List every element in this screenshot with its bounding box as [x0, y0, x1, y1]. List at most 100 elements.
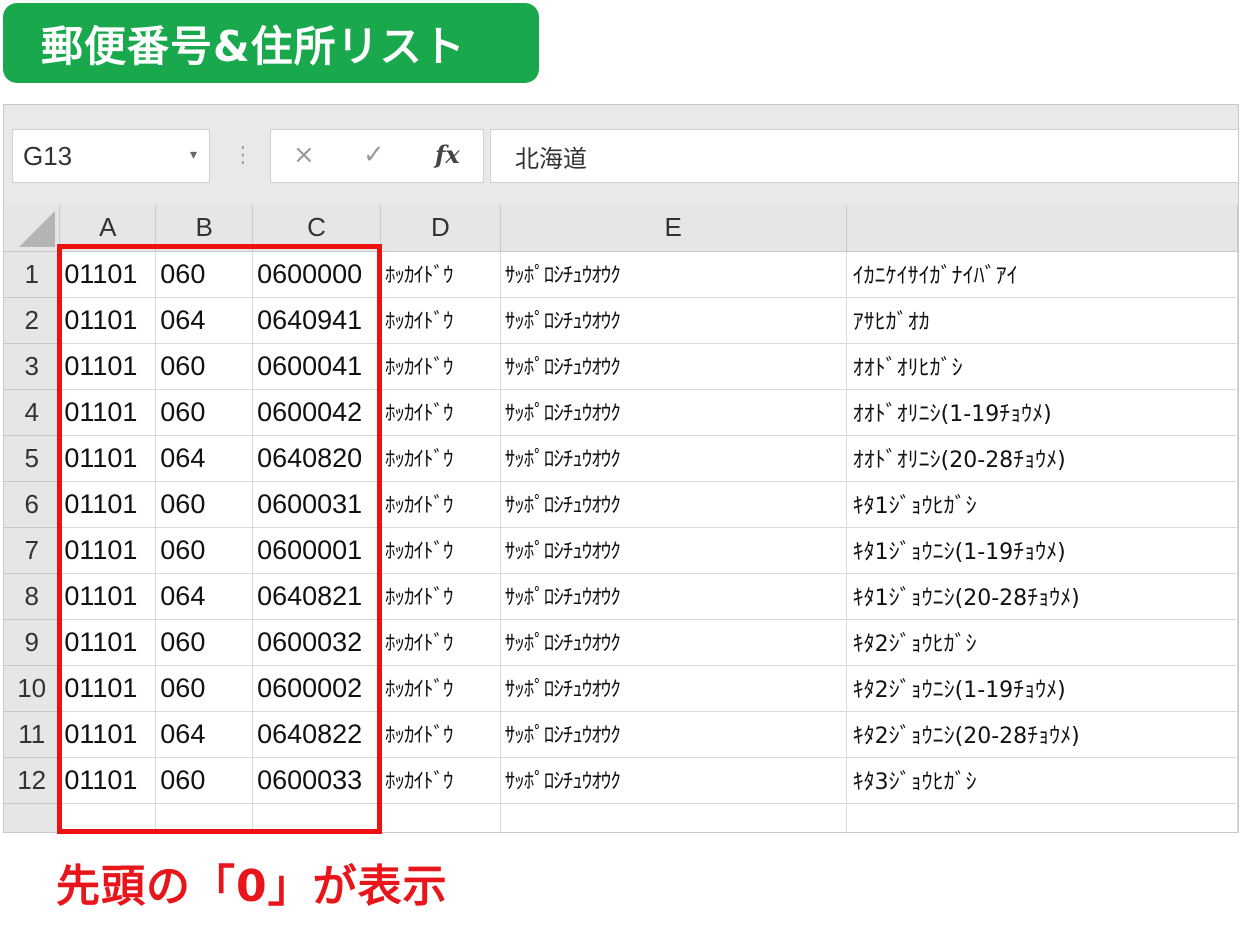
cell-b[interactable]: 064 [155, 435, 254, 482]
cell-c[interactable]: 0640941 [252, 297, 381, 344]
cell[interactable] [252, 803, 381, 832]
cell-e[interactable]: ｻｯﾎﾟﾛｼﾁｭｳｵｳｸ [500, 711, 847, 758]
cell-a[interactable]: 01101 [59, 757, 157, 804]
cell[interactable] [380, 803, 501, 832]
row-header[interactable]: 8 [4, 573, 61, 620]
cell-f[interactable]: ｷﾀ1ｼﾞｮｳﾆｼ(1-19ﾁｮｳﾒ) [846, 527, 1238, 574]
cell-b[interactable]: 064 [155, 711, 254, 758]
column-header-a[interactable]: A [59, 205, 157, 252]
cell-e[interactable]: ｻｯﾎﾟﾛｼﾁｭｳｵｳｸ [500, 757, 847, 804]
row-header[interactable]: 12 [4, 757, 61, 804]
row-header[interactable]: 11 [4, 711, 61, 758]
cell-d[interactable]: ﾎｯｶｲﾄﾞｳ [380, 573, 501, 620]
cell-b[interactable]: 060 [155, 665, 254, 712]
formula-input[interactable]: 北海道 [490, 129, 1238, 183]
cell[interactable] [155, 803, 254, 832]
cell-e[interactable]: ｻｯﾎﾟﾛｼﾁｭｳｵｳｸ [500, 619, 847, 666]
cell[interactable] [59, 803, 157, 832]
cell-a[interactable]: 01101 [59, 527, 157, 574]
cell-b[interactable]: 064 [155, 573, 254, 620]
cell-d[interactable]: ﾎｯｶｲﾄﾞｳ [380, 665, 501, 712]
cell-e[interactable]: ｻｯﾎﾟﾛｼﾁｭｳｵｳｸ [500, 665, 847, 712]
insert-function-icon[interactable]: fx [435, 140, 460, 169]
cell-c[interactable]: 0600032 [252, 619, 381, 666]
cell-a[interactable]: 01101 [59, 711, 157, 758]
cell-f[interactable]: ｵｵﾄﾞｵﾘﾆｼ(1-19ﾁｮｳﾒ) [846, 389, 1238, 436]
cell-c[interactable]: 0640820 [252, 435, 381, 482]
cell[interactable] [500, 803, 847, 832]
cell-d[interactable]: ﾎｯｶｲﾄﾞｳ [380, 297, 501, 344]
cell-a[interactable]: 01101 [59, 619, 157, 666]
chevron-down-icon[interactable]: ▾ [190, 146, 197, 163]
cell-d[interactable]: ﾎｯｶｲﾄﾞｳ [380, 389, 501, 436]
cell-b[interactable]: 060 [155, 757, 254, 804]
cell-f[interactable]: ｱｻﾋｶﾞｵｶ [846, 297, 1238, 344]
cell-c[interactable]: 0640822 [252, 711, 381, 758]
cell-b[interactable]: 064 [155, 297, 254, 344]
cell[interactable] [846, 803, 1238, 832]
cell-f[interactable]: ｷﾀ2ｼﾞｮｳﾆｼ(1-19ﾁｮｳﾒ) [846, 665, 1238, 712]
cell-c[interactable]: 0640821 [252, 573, 381, 620]
cell-d[interactable]: ﾎｯｶｲﾄﾞｳ [380, 435, 501, 482]
cell-f[interactable]: ｵｵﾄﾞｵﾘﾋｶﾞｼ [846, 343, 1238, 390]
cell-a[interactable]: 01101 [59, 665, 157, 712]
cell-c[interactable]: 0600042 [252, 389, 381, 436]
row-header[interactable]: 7 [4, 527, 61, 574]
cell-b[interactable]: 060 [155, 619, 254, 666]
cell-c[interactable]: 0600000 [252, 251, 381, 298]
cell-c[interactable]: 0600031 [252, 481, 381, 528]
cell-c[interactable]: 0600033 [252, 757, 381, 804]
cell-d[interactable]: ﾎｯｶｲﾄﾞｳ [380, 619, 501, 666]
cell-e[interactable]: ｻｯﾎﾟﾛｼﾁｭｳｵｳｸ [500, 297, 847, 344]
name-box[interactable]: G13 ▾ [12, 129, 210, 183]
cell-d[interactable]: ﾎｯｶｲﾄﾞｳ [380, 251, 501, 298]
column-header-c[interactable]: C [252, 205, 381, 252]
cell-e[interactable]: ｻｯﾎﾟﾛｼﾁｭｳｵｳｸ [500, 481, 847, 528]
column-header-b[interactable]: B [155, 205, 254, 252]
cell-e[interactable]: ｻｯﾎﾟﾛｼﾁｭｳｵｳｸ [500, 389, 847, 436]
row-header[interactable]: 10 [4, 665, 61, 712]
cell-f[interactable]: ｷﾀ1ｼﾞｮｳﾋｶﾞｼ [846, 481, 1238, 528]
cell-c[interactable]: 0600001 [252, 527, 381, 574]
row-header[interactable]: 6 [4, 481, 61, 528]
cell-d[interactable]: ﾎｯｶｲﾄﾞｳ [380, 527, 501, 574]
column-header-f[interactable] [846, 205, 1238, 252]
cell-d[interactable]: ﾎｯｶｲﾄﾞｳ [380, 481, 501, 528]
row-header[interactable] [4, 803, 61, 832]
cell-f[interactable]: ｷﾀ1ｼﾞｮｳﾆｼ(20-28ﾁｮｳﾒ) [846, 573, 1238, 620]
cell-a[interactable]: 01101 [59, 389, 157, 436]
cell-e[interactable]: ｻｯﾎﾟﾛｼﾁｭｳｵｳｸ [500, 251, 847, 298]
cell-d[interactable]: ﾎｯｶｲﾄﾞｳ [380, 711, 501, 758]
cell-a[interactable]: 01101 [59, 573, 157, 620]
cell-e[interactable]: ｻｯﾎﾟﾛｼﾁｭｳｵｳｸ [500, 573, 847, 620]
cell-c[interactable]: 0600002 [252, 665, 381, 712]
cell-e[interactable]: ｻｯﾎﾟﾛｼﾁｭｳｵｳｸ [500, 527, 847, 574]
cell-e[interactable]: ｻｯﾎﾟﾛｼﾁｭｳｵｳｸ [500, 343, 847, 390]
select-all-button[interactable] [4, 205, 61, 252]
cancel-icon[interactable]: × [293, 140, 315, 170]
cell-a[interactable]: 01101 [59, 343, 157, 390]
column-header-e[interactable]: E [500, 205, 847, 252]
row-header[interactable]: 2 [4, 297, 61, 344]
column-header-d[interactable]: D [380, 205, 501, 252]
row-header[interactable]: 4 [4, 389, 61, 436]
row-header[interactable]: 5 [4, 435, 61, 482]
cell-b[interactable]: 060 [155, 389, 254, 436]
cell-a[interactable]: 01101 [59, 481, 157, 528]
cell-f[interactable]: ｷﾀ3ｼﾞｮｳﾋｶﾞｼ [846, 757, 1238, 804]
cell-b[interactable]: 060 [155, 481, 254, 528]
cell-a[interactable]: 01101 [59, 435, 157, 482]
cell-a[interactable]: 01101 [59, 297, 157, 344]
cell-f[interactable]: ｲｶﾆｹｲｻｲｶﾞﾅｲﾊﾞｱｲ [846, 251, 1238, 298]
row-header[interactable]: 1 [4, 251, 61, 298]
cell-f[interactable]: ｵｵﾄﾞｵﾘﾆｼ(20-28ﾁｮｳﾒ) [846, 435, 1238, 482]
cell-d[interactable]: ﾎｯｶｲﾄﾞｳ [380, 343, 501, 390]
cell-e[interactable]: ｻｯﾎﾟﾛｼﾁｭｳｵｳｸ [500, 435, 847, 482]
cell-f[interactable]: ｷﾀ2ｼﾞｮｳﾆｼ(20-28ﾁｮｳﾒ) [846, 711, 1238, 758]
cell-c[interactable]: 0600041 [252, 343, 381, 390]
cell-b[interactable]: 060 [155, 251, 254, 298]
row-header[interactable]: 9 [4, 619, 61, 666]
enter-icon[interactable]: ✓ [363, 140, 385, 170]
grip-icon[interactable]: ⋮ [232, 145, 254, 167]
cell-b[interactable]: 060 [155, 527, 254, 574]
